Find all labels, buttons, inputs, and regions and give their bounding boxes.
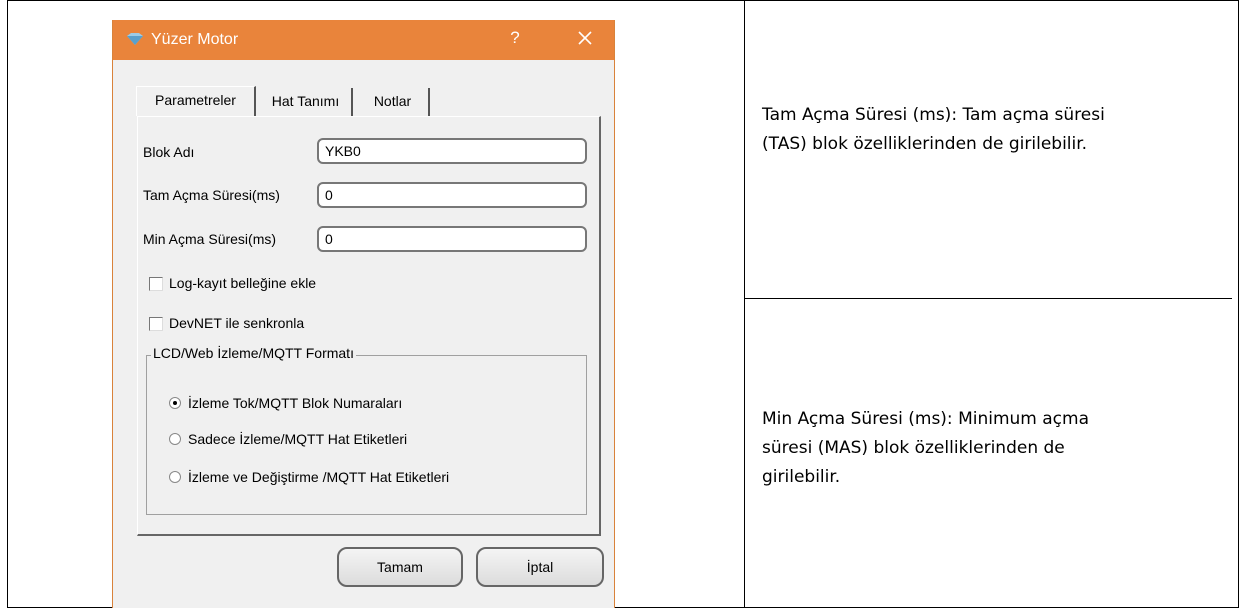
block-name-label: Blok Adı [143,144,195,160]
table-divider-vertical [744,0,745,608]
close-icon[interactable] [573,26,597,50]
radio-line-labels[interactable] [169,433,181,445]
full-open-description-line: (TAS) blok özelliklerinden de girilebili… [762,134,1088,154]
min-open-time-label: Min Açma Süresi(ms) [143,231,277,247]
help-button[interactable]: ? [505,28,525,48]
format-group-title: LCD/Web İzleme/MQTT Formatı [151,345,356,361]
tab-notlar[interactable]: Notlar [357,88,430,116]
full-open-time-input[interactable]: 0 [317,182,587,208]
ok-button[interactable]: Tamam [337,547,463,587]
table-divider-horizontal [744,298,1232,299]
log-record-checkbox[interactable] [149,277,163,291]
radio-block-numbers[interactable] [169,397,181,409]
min-open-description: Min Açma Süresi (ms): Minimum açma süres… [762,405,1212,492]
tab-hat-tanimi[interactable]: Hat Tanımı [260,88,353,116]
full-open-time-label: Tam Açma Süresi(ms) [143,187,280,203]
radio-block-numbers-label: İzleme Tok/MQTT Blok Numaraları [188,395,403,411]
devnet-sync-label: DevNET ile senkronla [169,315,305,331]
cancel-button[interactable]: İptal [476,547,604,587]
tab-label: Notlar [373,93,412,109]
radio-line-labels-label: Sadece İzleme/MQTT Hat Etiketleri [188,431,408,447]
full-open-description-line: Tam Açma Süresi (ms): Tam açma süresi [762,105,1105,125]
app-icon [127,33,143,45]
dialog-title: Yüzer Motor [151,31,239,48]
tab-label: Parametreler [155,92,236,108]
min-open-description-line: girilebilir. [762,467,841,487]
min-open-description-line: Min Açma Süresi (ms): Minimum açma [762,409,1089,429]
radio-selected-dot [173,401,177,405]
tab-label: Hat Tanımı [271,93,340,109]
radio-edit-line-labels[interactable] [169,471,181,483]
yuzer-motor-dialog: Yüzer Motor ? Parametreler Hat Tanımı No… [112,20,615,608]
radio-edit-line-labels-label: İzleme ve Değiştirme /MQTT Hat Etiketler… [188,469,450,485]
full-open-description: Tam Açma Süresi (ms): Tam açma süresi (T… [762,101,1212,159]
tab-parametreler[interactable]: Parametreler [136,86,256,116]
log-record-label: Log-kayıt belleğine ekle [169,275,317,291]
min-open-description-line: süresi (MAS) blok özelliklerinden de [762,438,1065,458]
devnet-sync-checkbox[interactable] [149,317,163,331]
dialog-titlebar[interactable]: Yüzer Motor ? [113,20,614,60]
block-name-input[interactable]: YKB0 [317,138,587,164]
min-open-time-input[interactable]: 0 [317,226,587,252]
